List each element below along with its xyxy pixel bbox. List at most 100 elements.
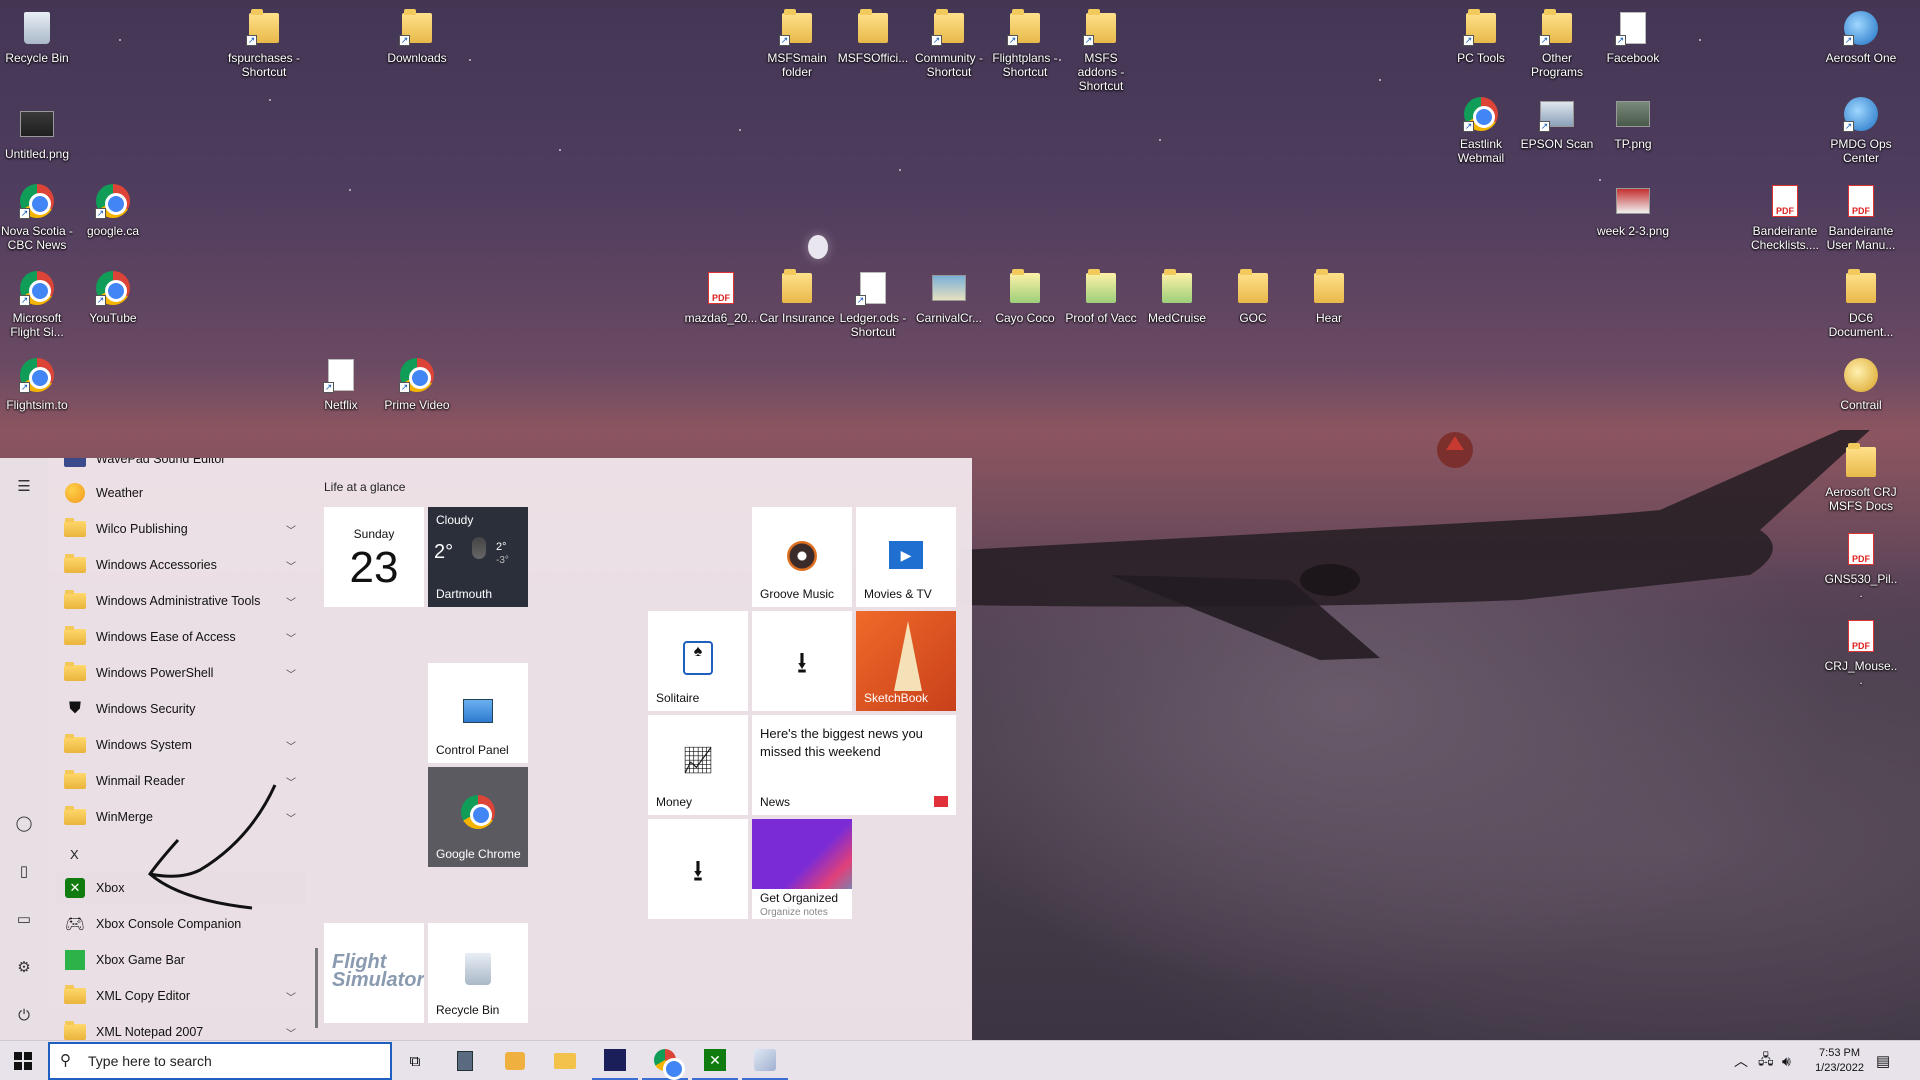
desktop-icon-msfsmain[interactable]: ↗ MSFSmain folder <box>759 8 835 79</box>
app-item-wilco[interactable]: Wilco Publishing ﹀ <box>56 512 306 546</box>
desktop-icon-fspurchases[interactable]: ↗ fspurchases - Shortcut <box>226 8 302 79</box>
desktop-icon-epson-scan[interactable]: ↗ EPSON Scan <box>1519 94 1595 151</box>
desktop-icon-downloads[interactable]: ↗ Downloads <box>379 8 455 65</box>
tile-google-chrome[interactable]: Google Chrome <box>428 767 528 867</box>
desktop-icon-msfsoffici[interactable]: MSFSOffici... <box>835 8 911 65</box>
start-button[interactable] <box>0 1041 46 1080</box>
desktop-icon-crj-mouse[interactable]: PDF CRJ_Mouse... <box>1823 616 1899 687</box>
app-item-windows-accessories[interactable]: Windows Accessories ﹀ <box>56 548 306 582</box>
tile-movies-tv[interactable]: ▶ Movies & TV <box>856 507 956 607</box>
app-item-wavepad[interactable]: WavePad Sound Editor <box>56 458 306 476</box>
desktop-icon-pc-tools[interactable]: ↗ PC Tools <box>1443 8 1519 65</box>
chevron-down-icon[interactable]: ﹀ <box>286 522 296 537</box>
tray-network[interactable]: 🖧︎ <box>1758 1041 1774 1080</box>
desktop-icon-dc6[interactable]: DC6 Document... <box>1823 268 1899 339</box>
desktop-icon-untitled-png[interactable]: Untitled.png <box>0 104 75 161</box>
desktop-icon-prime-video[interactable]: ↗ Prime Video <box>379 355 455 412</box>
taskbar-paint[interactable] <box>742 1041 788 1080</box>
desktop-icon-goc[interactable]: GOC <box>1215 268 1291 325</box>
tile-group-title[interactable]: Life at a glance <box>324 480 405 494</box>
app-item-windows-system[interactable]: Windows System ﹀ <box>56 728 306 762</box>
taskbar-search-box[interactable]: ⚲ Type here to search <box>48 1042 392 1080</box>
app-item-windows-admin-tools[interactable]: Windows Administrative Tools ﹀ <box>56 584 306 618</box>
chevron-down-icon[interactable]: ﹀ <box>286 1025 296 1040</box>
action-center-button[interactable]: ▤ <box>1876 1041 1890 1080</box>
desktop-icon-pmdg[interactable]: ↗ PMDG Ops Center <box>1823 94 1899 165</box>
desktop-icon-msfs-addons[interactable]: ↗ MSFS addons - Shortcut <box>1063 8 1139 93</box>
desktop-icon-tp-png[interactable]: TP.png <box>1595 94 1671 151</box>
tile-money[interactable]: 📈︎ Money <box>648 715 748 815</box>
tile-calendar[interactable]: Sunday 23 <box>324 507 424 607</box>
desktop-icon-car-insurance[interactable]: Car Insurance <box>759 268 835 325</box>
taskbar-calculator[interactable] <box>442 1041 488 1080</box>
desktop-icon-proof-of-vacc[interactable]: Proof of Vacc <box>1063 268 1139 325</box>
desktop-icon-google-ca[interactable]: ↗ google.ca <box>75 181 151 238</box>
taskbar-media-player[interactable] <box>492 1041 538 1080</box>
desktop-icon-week-2-3[interactable]: week 2-3.png <box>1595 181 1671 238</box>
app-list-scrollbar[interactable] <box>315 948 318 1028</box>
desktop-icon-youtube[interactable]: ↗ YouTube <box>75 268 151 325</box>
desktop-icon-bandeirante-manual[interactable]: PDF Bandeirante User Manu... <box>1823 181 1899 252</box>
desktop-icon-hear[interactable]: Hear <box>1291 268 1367 325</box>
chevron-down-icon[interactable]: ﹀ <box>286 989 296 1004</box>
tile-solitaire[interactable]: ♠ Solitaire <box>648 611 748 711</box>
desktop-icon-facebook[interactable]: ↗ Facebook <box>1595 8 1671 65</box>
tile-download-pending-2[interactable]: ⭳ <box>648 819 748 919</box>
taskbar-msfs[interactable] <box>592 1041 638 1080</box>
user-account-icon[interactable]: ◯ <box>14 813 34 833</box>
tile-flight-simulator[interactable]: Flight Simulator <box>324 923 424 1023</box>
taskbar-file-explorer[interactable] <box>542 1041 588 1080</box>
letter-header-x[interactable]: X <box>70 847 79 862</box>
desktop-icon-cayo-coco[interactable]: Cayo Coco <box>987 268 1063 325</box>
desktop-icon-aerosoft-crj[interactable]: Aerosoft CRJ MSFS Docs <box>1823 442 1899 513</box>
tile-weather[interactable]: Cloudy 2° 2° -3° Dartmouth <box>428 507 528 607</box>
chevron-down-icon[interactable]: ﹀ <box>286 630 296 645</box>
documents-icon[interactable]: ▯ <box>14 861 34 881</box>
tile-news[interactable]: Here's the biggest news you missed this … <box>752 715 956 815</box>
chevron-down-icon[interactable]: ﹀ <box>286 594 296 609</box>
taskbar-clock[interactable]: 7:53 PM 1/23/2022 <box>1815 1046 1864 1076</box>
power-icon[interactable]: ⏻ <box>14 1005 34 1025</box>
app-item-windows-ease-of-access[interactable]: Windows Ease of Access ﹀ <box>56 620 306 654</box>
chevron-down-icon[interactable]: ﹀ <box>286 666 296 681</box>
app-item-xbox-game-bar[interactable]: Xbox Game Bar <box>56 943 306 977</box>
desktop-icon-gns530[interactable]: PDF GNS530_Pil... <box>1823 529 1899 600</box>
desktop-icon-ledger[interactable]: ↗ Ledger.ods - Shortcut <box>835 268 911 339</box>
tile-control-panel[interactable]: Control Panel <box>428 663 528 763</box>
desktop-icon-flightplans[interactable]: ↗ Flightplans - Shortcut <box>987 8 1063 79</box>
tray-overflow-chevron[interactable]: ︿ <box>1734 1041 1748 1080</box>
desktop-icon-other-programs[interactable]: ↗ Other Programs <box>1519 8 1595 79</box>
pictures-icon[interactable]: ▭ <box>14 909 34 929</box>
desktop-icon-mazda6[interactable]: PDF mazda6_20... <box>683 268 759 325</box>
desktop-icon-contrail[interactable]: Contrail <box>1823 355 1899 412</box>
desktop-icon-community[interactable]: ↗ Community - Shortcut <box>911 8 987 79</box>
desktop-icon-bandeirante-checklists[interactable]: PDF Bandeirante Checklists.... <box>1747 181 1823 252</box>
tile-download-pending-1[interactable]: ⭳ <box>752 611 852 711</box>
desktop-icon-msfs[interactable]: ↗ Microsoft Flight Si... <box>0 268 75 339</box>
tile-sketchbook[interactable]: SketchBook <box>856 611 956 711</box>
desktop-icon-medcruise[interactable]: MedCruise <box>1139 268 1215 325</box>
desktop-icon-carnivalcr[interactable]: CarnivalCr... <box>911 268 987 325</box>
app-item-windows-security[interactable]: ⛊ Windows Security <box>56 692 306 726</box>
chevron-down-icon[interactable]: ﹀ <box>286 558 296 573</box>
desktop-icon-recycle-bin[interactable]: Recycle Bin <box>0 8 75 65</box>
tray-volume[interactable]: 🔊︎ <box>1782 1041 1791 1080</box>
desktop-icon-netflix[interactable]: ↗ Netflix <box>303 355 379 412</box>
chevron-down-icon[interactable]: ﹀ <box>286 738 296 753</box>
desktop-icon-aerosoft-one[interactable]: ↗ Aerosoft One <box>1823 8 1899 65</box>
desktop-icon-eastlink[interactable]: ↗ Eastlink Webmail <box>1443 94 1519 165</box>
settings-gear-icon[interactable]: ⚙ <box>14 957 34 977</box>
desktop-icon-flightsim-to[interactable]: ↗ Flightsim.to <box>0 355 75 412</box>
tile-onenote[interactable]: Get Organized Organize notes <box>752 819 852 919</box>
taskbar-xbox[interactable]: ✕ <box>692 1041 738 1080</box>
app-item-windows-powershell[interactable]: Windows PowerShell ﹀ <box>56 656 306 690</box>
task-view-button[interactable]: ⧉ <box>392 1041 438 1080</box>
app-item-xml-notepad[interactable]: XML Notepad 2007 ﹀ <box>56 1015 306 1040</box>
hamburger-menu-icon[interactable]: ☰ <box>14 476 34 496</box>
tile-recycle-bin[interactable]: Recycle Bin <box>428 923 528 1023</box>
tile-groove-music[interactable]: Groove Music <box>752 507 852 607</box>
desktop-icon-cbc-news[interactable]: ↗ Nova Scotia - CBC News <box>0 181 75 252</box>
app-item-xml-copy-editor[interactable]: XML Copy Editor ﹀ <box>56 979 306 1013</box>
app-item-weather[interactable]: Weather <box>56 476 306 510</box>
taskbar-chrome[interactable] <box>642 1041 688 1080</box>
